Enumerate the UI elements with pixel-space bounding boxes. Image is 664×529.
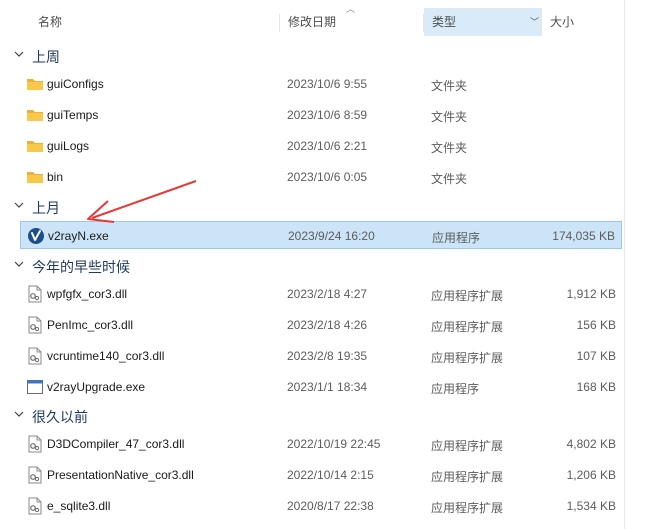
column-header-date[interactable]: 修改日期: [280, 8, 424, 36]
file-row[interactable]: v2rayN.exe 2023/9/24 16:20 应用程序 174,035 KB: [20, 221, 622, 249]
file-date: 2023/10/6 2:21: [287, 139, 368, 153]
folder-icon: [26, 75, 44, 93]
file-row[interactable]: D3DCompiler_47_cor3.dll 2022/10/19 22:45 应…: [20, 430, 622, 458]
file-type: 文件夹: [431, 141, 468, 155]
file-row[interactable]: e_sqlite3.dll 2020/8/17 22:38 应用程序扩展 1,534 …: [20, 492, 622, 520]
group-header[interactable]: 上周: [0, 42, 664, 70]
chevron-down-icon[interactable]: [14, 408, 24, 418]
file-name: vcruntime140_cor3.dll: [47, 349, 165, 363]
file-date: 2023/2/18 4:26: [287, 318, 368, 332]
file-row[interactable]: wpfgfx_cor3.dll 2023/2/18 4:27 应用程序扩展 1,912…: [20, 280, 622, 308]
file-row[interactable]: guiTemps 2023/10/6 8:59 文件夹: [20, 101, 622, 129]
file-type: 应用程序扩展: [431, 289, 504, 303]
chevron-down-icon[interactable]: [14, 199, 24, 209]
file-name: D3DCompiler_47_cor3.dll: [47, 437, 185, 451]
file-size: 168 KB: [576, 380, 616, 394]
column-header-name[interactable]: 名称: [30, 8, 280, 36]
file-date: 2020/8/17 22:38: [287, 499, 374, 513]
file-date: 2023/2/8 19:35: [287, 349, 368, 363]
group-header[interactable]: 上月: [0, 193, 664, 221]
file-row[interactable]: bin 2023/10/6 0:05 文件夹: [20, 163, 622, 191]
group-header[interactable]: 今年的早些时候: [0, 252, 664, 280]
file-type: 应用程序扩展: [431, 470, 504, 484]
folder-icon: [26, 168, 44, 186]
file-size: 107 KB: [576, 349, 616, 363]
file-name: e_sqlite3.dll: [47, 499, 111, 513]
file-row[interactable]: guiConfigs 2023/10/6 9:55 文件夹: [20, 70, 622, 98]
file-size: 156 KB: [576, 318, 616, 332]
file-name: wpfgfx_cor3.dll: [47, 287, 128, 301]
dll-file-icon: [26, 497, 44, 515]
file-name: bin: [47, 170, 64, 184]
dll-file-icon: [26, 347, 44, 365]
file-name: v2rayN.exe: [48, 229, 109, 243]
file-type: 文件夹: [431, 110, 468, 124]
file-type: 文件夹: [431, 172, 468, 186]
group-label: 上月: [32, 200, 60, 216]
file-type: 应用程序扩展: [431, 320, 504, 334]
file-row[interactable]: vcruntime140_cor3.dll 2023/2/8 19:35 应用程序扩…: [20, 342, 622, 370]
file-date: 2023/2/18 4:27: [287, 287, 368, 301]
file-size: 1,912 KB: [566, 287, 616, 301]
folder-icon: [26, 106, 44, 124]
file-type: 应用程序扩展: [431, 501, 504, 515]
dll-file-icon: [26, 466, 44, 484]
dll-file-icon: [26, 316, 44, 334]
file-date: 2023/10/6 9:55: [287, 77, 368, 91]
column-header-bar: ︿ 名称 修改日期 类型 ﹀ 大小: [0, 0, 664, 40]
file-row[interactable]: PenImc_cor3.dll 2023/2/18 4:26 应用程序扩展 156 K…: [20, 311, 622, 339]
folder-icon: [26, 137, 44, 155]
file-type: 文件夹: [431, 79, 468, 93]
dll-file-icon: [26, 435, 44, 453]
file-row[interactable]: v2rayUpgrade.exe 2023/1/1 18:34 应用程序 168 KB: [20, 373, 622, 401]
file-type: 应用程序扩展: [431, 439, 504, 453]
file-size: 1,534 KB: [566, 499, 616, 513]
file-type: 应用程序扩展: [431, 351, 504, 365]
file-row[interactable]: PresentationNative_cor3.dll 2022/10/14 2:…: [20, 461, 622, 489]
group-header[interactable]: 很久以前: [0, 402, 664, 430]
file-type: 应用程序: [432, 231, 481, 245]
file-date: 2023/1/1 18:34: [287, 380, 368, 394]
file-date: 2023/9/24 16:20: [288, 229, 375, 243]
file-name: guiTemps: [47, 108, 99, 122]
chevron-down-icon[interactable]: [14, 48, 24, 58]
file-date: 2023/10/6 8:59: [287, 108, 368, 122]
file-size: 4,802 KB: [566, 437, 616, 451]
file-size: 174,035 KB: [552, 229, 615, 243]
group-label: 很久以前: [32, 409, 88, 425]
file-name: PresentationNative_cor3.dll: [47, 468, 194, 482]
file-name: guiLogs: [47, 139, 90, 153]
v2rayn-app-icon: [27, 227, 45, 245]
file-size: 1,206 KB: [566, 468, 616, 482]
file-type: 应用程序: [431, 382, 480, 396]
file-row[interactable]: guiLogs 2023/10/6 2:21 文件夹: [20, 132, 622, 160]
exe-file-icon: [26, 378, 44, 396]
file-date: 2022/10/14 2:15: [287, 468, 374, 482]
column-header-type[interactable]: 类型: [424, 8, 542, 36]
file-date: 2023/10/6 0:05: [287, 170, 368, 184]
group-label: 今年的早些时候: [32, 259, 130, 275]
group-label: 上周: [32, 49, 60, 65]
file-name: PenImc_cor3.dll: [47, 318, 134, 332]
dll-file-icon: [26, 285, 44, 303]
chevron-down-icon[interactable]: ﹀: [530, 15, 539, 28]
column-header-size[interactable]: 大小: [542, 8, 622, 36]
chevron-down-icon[interactable]: [14, 258, 24, 268]
file-name: v2rayUpgrade.exe: [47, 380, 146, 394]
file-date: 2022/10/19 22:45: [287, 437, 381, 451]
file-name: guiConfigs: [47, 77, 104, 91]
